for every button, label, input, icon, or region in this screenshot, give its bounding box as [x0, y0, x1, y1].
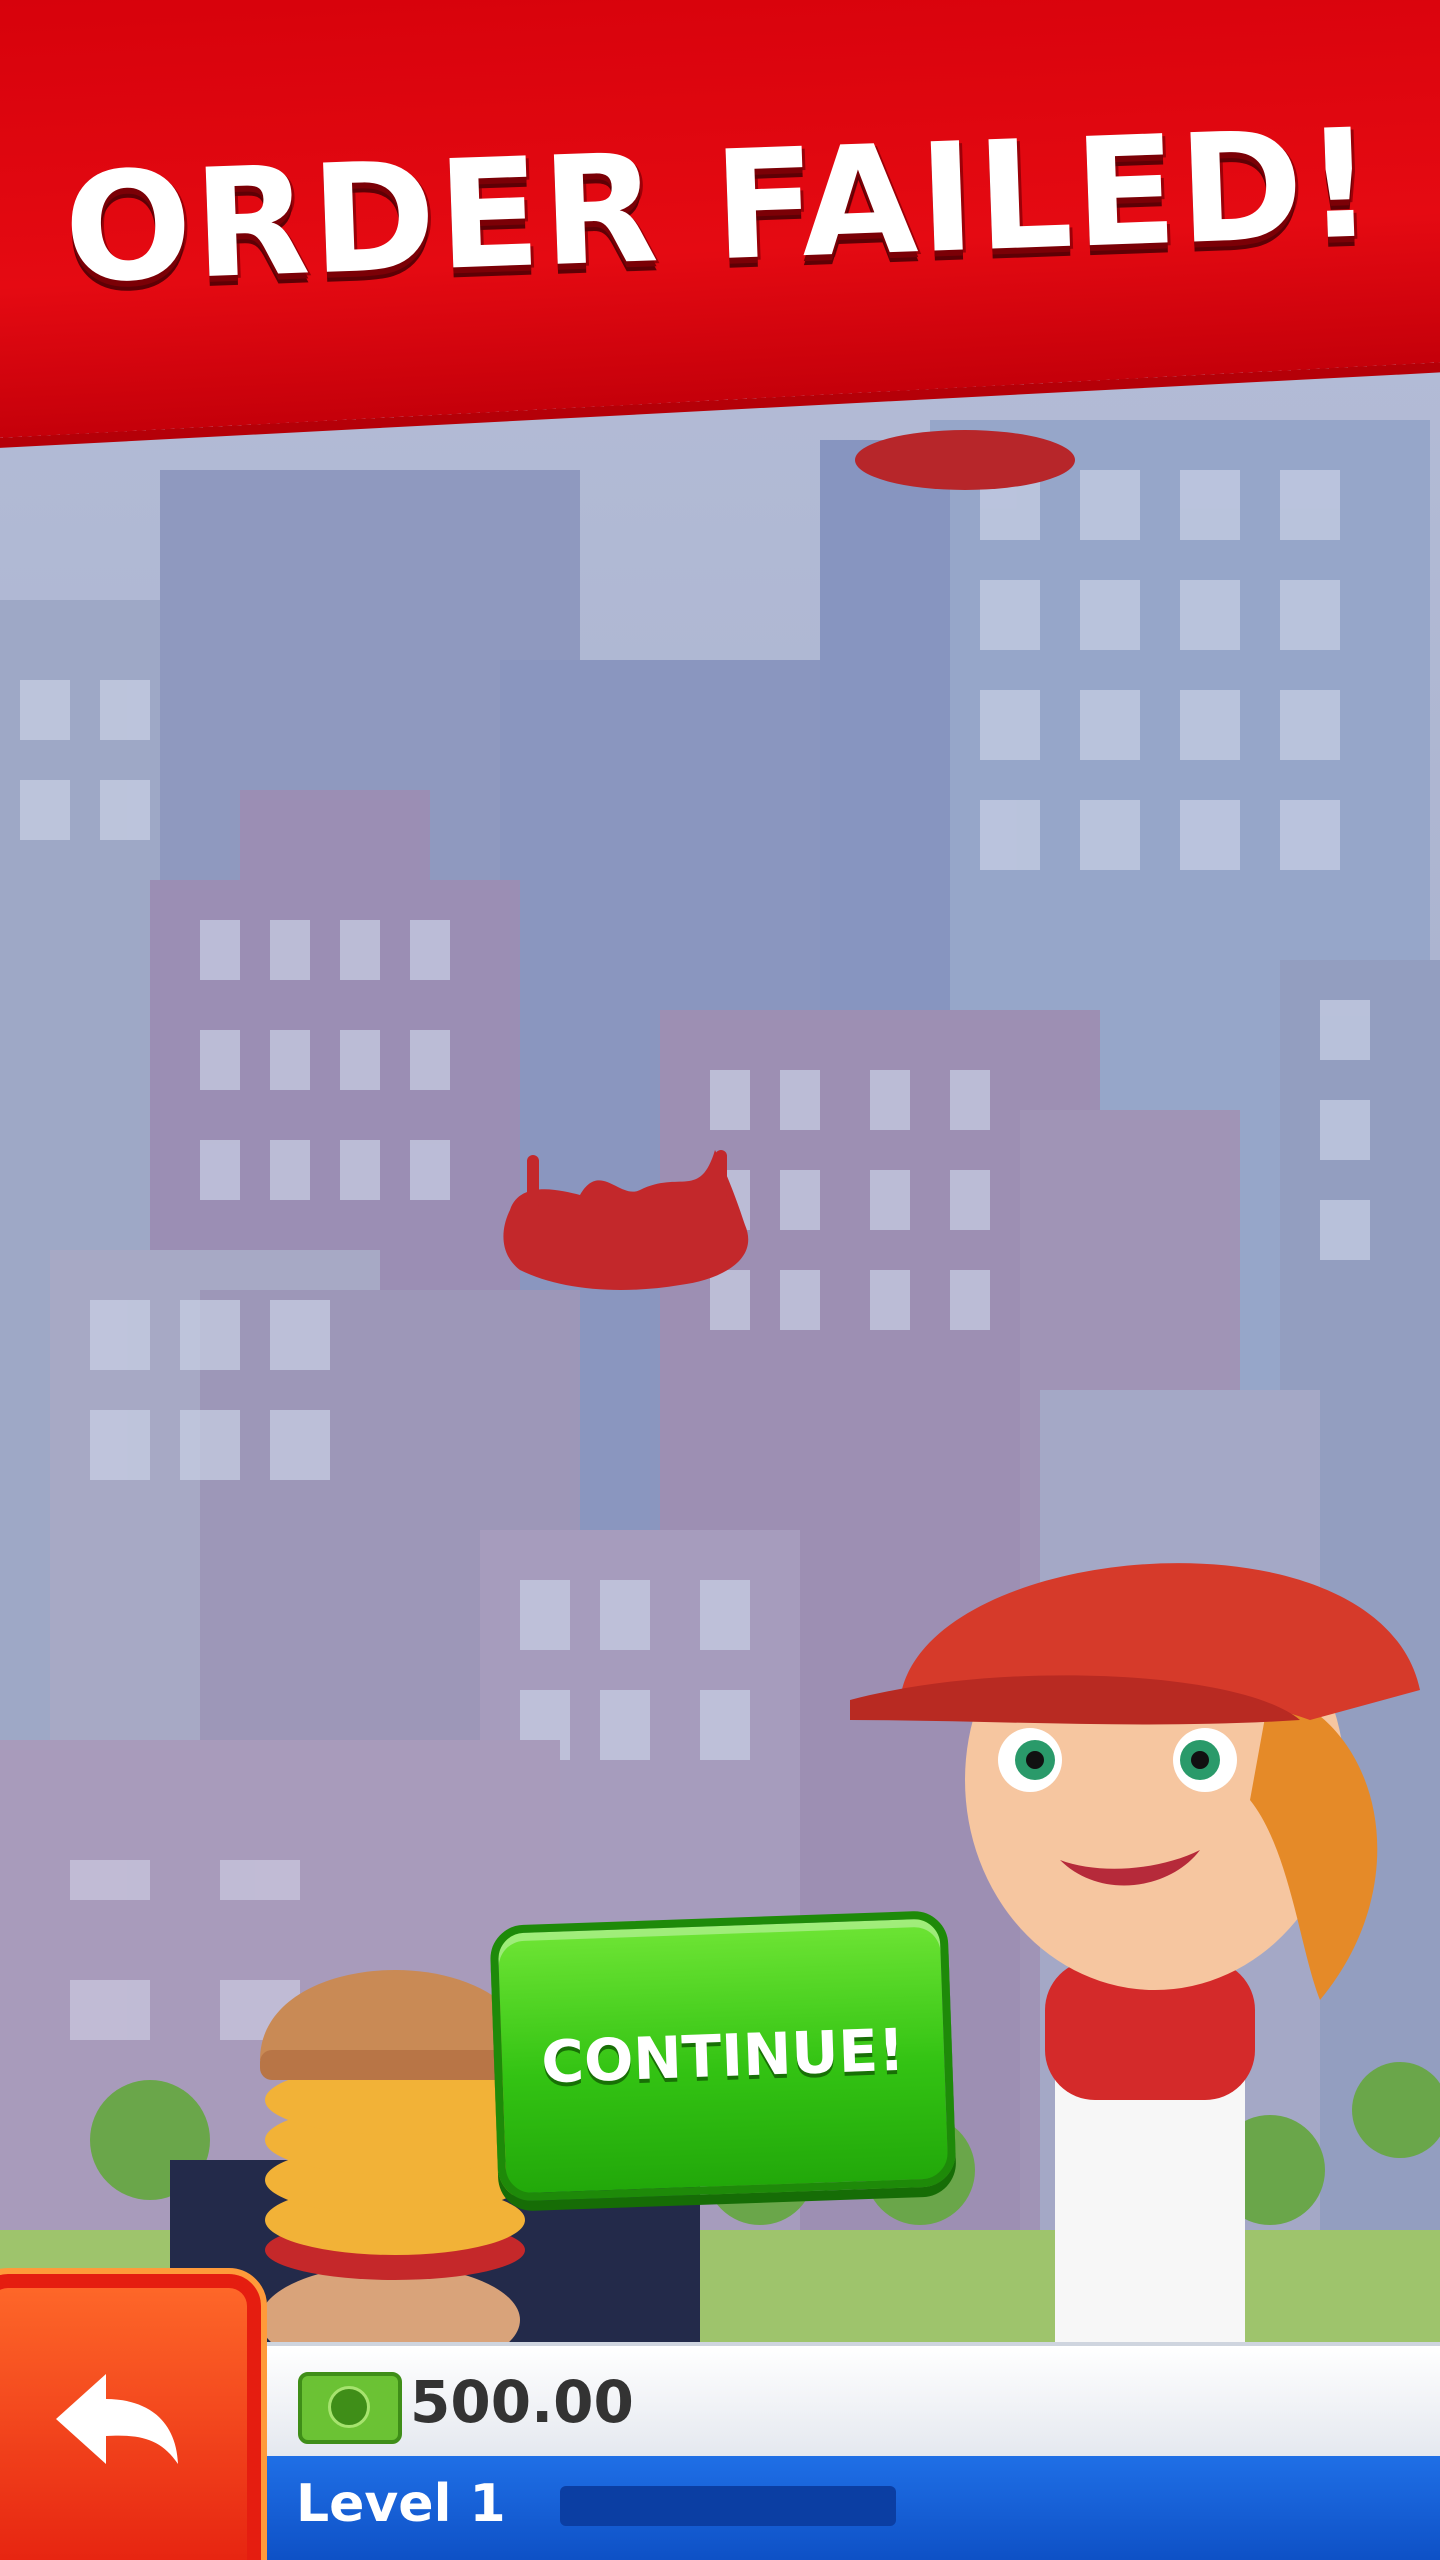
money-bill-icon	[298, 2372, 402, 2444]
level-progress-bar	[560, 2486, 896, 2526]
burger-stack	[260, 1970, 530, 2375]
level-label: Level 1	[296, 2474, 506, 2534]
level-bar: Level 1	[250, 2456, 1440, 2560]
money-amount: 500.00	[410, 2368, 634, 2436]
game-scene: ORDER FAILED! CONTINUE! 500.00 Level 1	[0, 0, 1440, 2560]
continue-button[interactable]: CONTINUE!	[489, 1910, 957, 2202]
money-bar: 500.00	[250, 2342, 1440, 2458]
continue-button-label: CONTINUE!	[540, 2015, 906, 2097]
back-button[interactable]	[0, 2268, 267, 2560]
back-arrow-icon	[56, 2374, 178, 2464]
